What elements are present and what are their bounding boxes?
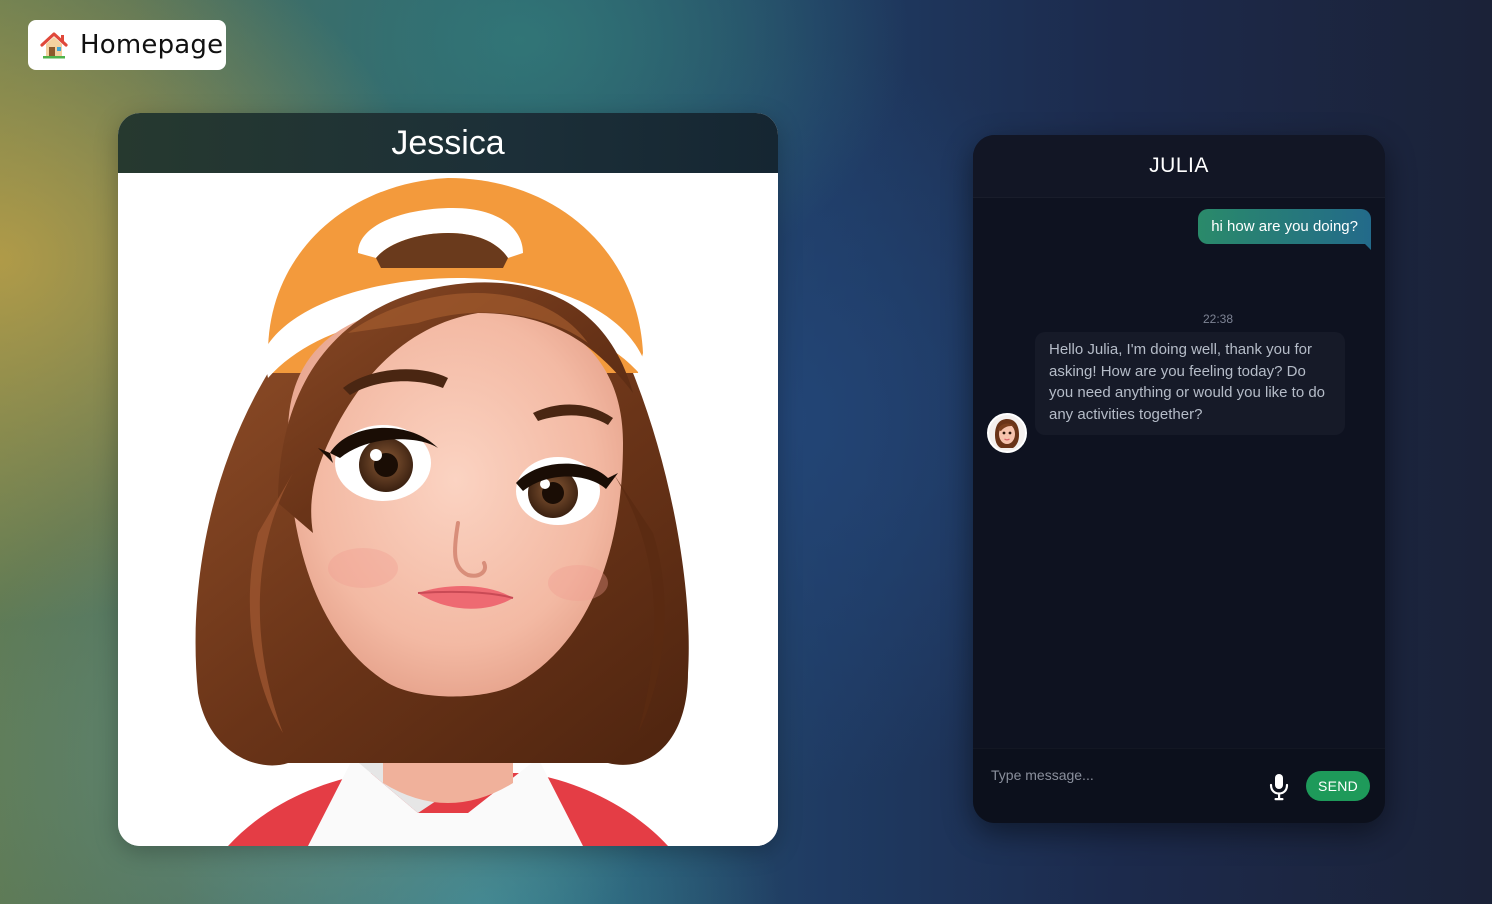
send-button[interactable]: SEND (1306, 771, 1370, 801)
house-icon (38, 29, 70, 61)
user-message-bubble: hi how are you doing? (1198, 209, 1371, 250)
chat-messages[interactable]: hi how are you doing? 22:38 Hello Julia,… (973, 198, 1385, 750)
homepage-label: Homepage (80, 30, 224, 60)
chat-title: JULIA (1149, 154, 1209, 177)
homepage-button[interactable]: Homepage (28, 20, 226, 70)
character-card: Jessica (118, 113, 778, 846)
message-input[interactable] (989, 761, 1253, 789)
chat-header: JULIA (973, 135, 1385, 198)
chat-panel: JULIA hi how are you doing? 22:38 Hello … (973, 135, 1385, 823)
message-timestamp: 22:38 (1203, 312, 1234, 326)
microphone-icon[interactable] (1267, 773, 1291, 801)
chat-input-bar: SEND (973, 748, 1385, 823)
character-card-header: Jessica (118, 113, 778, 173)
character-portrait (118, 173, 778, 846)
bot-avatar (987, 413, 1027, 453)
character-name: Jessica (391, 123, 505, 162)
bot-message-bubble: Hello Julia, I'm doing well, thank you f… (1035, 332, 1345, 435)
